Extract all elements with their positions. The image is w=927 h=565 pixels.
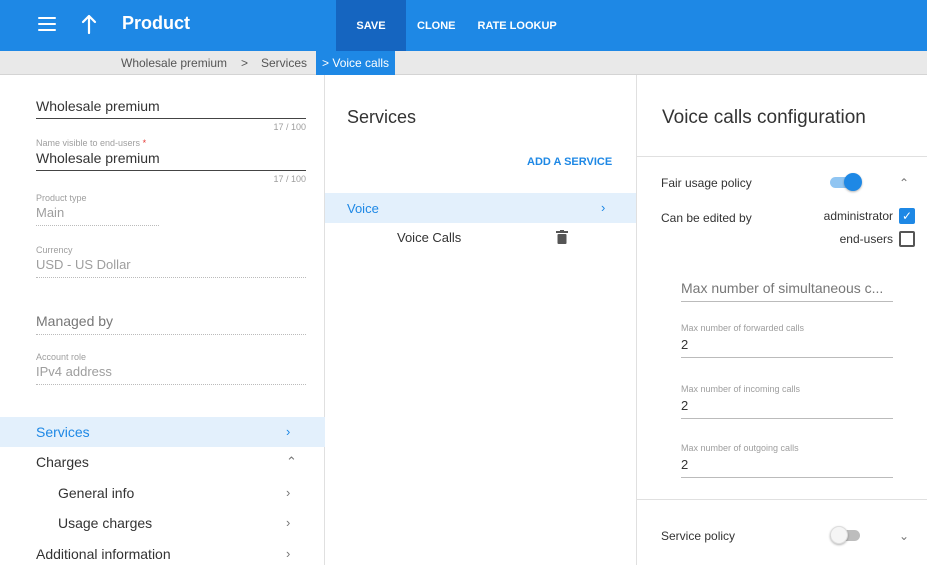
clone-button[interactable]: CLONE (406, 0, 467, 51)
toolbar: SAVE CLONE RATE LOOKUP (336, 0, 568, 51)
toggle-knob (844, 173, 862, 191)
config-title: Voice calls configuration (662, 107, 866, 128)
end-users-checkbox[interactable] (899, 231, 915, 247)
input-underline (681, 301, 893, 302)
input-underline (36, 118, 306, 119)
arrow-up-icon[interactable] (80, 12, 98, 36)
visible-name-label: Name visible to end-users * (36, 138, 147, 148)
managed-by-field[interactable]: Managed by (36, 311, 306, 335)
input-underline (36, 277, 306, 278)
services-panel: Services ADD A SERVICE Voice › Voice Cal… (325, 75, 637, 565)
role-label: end-users (839, 232, 893, 246)
breadcrumb-item-services[interactable]: Services (261, 51, 307, 75)
account-role-value: IPv4 address (36, 364, 112, 379)
breadcrumb: Wholesale premium > Services > Voice cal… (0, 51, 927, 75)
max-incoming-label: Max number of incoming calls (681, 384, 801, 394)
app-header: Product SAVE CLONE RATE LOOKUP (0, 0, 927, 51)
max-incoming-calls-field[interactable]: Max number of incoming calls 2 (681, 384, 893, 419)
fair-usage-label: Fair usage policy (661, 176, 752, 190)
breadcrumb-item-product[interactable]: Wholesale premium (121, 51, 227, 75)
visible-name-field[interactable]: Name visible to end-users * Wholesale pr… (36, 138, 306, 184)
nav-item-services[interactable]: Services › (0, 417, 325, 447)
max-forwarded-calls-field[interactable]: Max number of forwarded calls 2 (681, 323, 893, 358)
max-simultaneous-placeholder[interactable]: Max number of simultaneous c... (681, 280, 893, 296)
services-title: Services (347, 107, 417, 127)
chevron-up-icon: ⌃ (286, 454, 297, 469)
nav-item-general-info[interactable]: General info › (0, 478, 325, 508)
chevron-right-icon: › (286, 515, 291, 530)
role-end-users: end-users (840, 231, 915, 247)
rate-lookup-button[interactable]: RATE LOOKUP (467, 0, 568, 51)
visible-name-value[interactable]: Wholesale premium (36, 150, 306, 166)
fair-usage-toggle[interactable] (830, 173, 862, 191)
account-role-label: Account role (36, 352, 87, 362)
product-details-panel: Wholesale premium 17 / 100 Name visible … (0, 75, 325, 565)
currency-field: Currency USD - US Dollar (36, 245, 306, 278)
max-outgoing-value[interactable]: 2 (681, 457, 893, 472)
chevron-right-icon: › (286, 485, 291, 500)
product-type-field: Product type Main (36, 193, 159, 226)
currency-label: Currency (36, 245, 73, 255)
role-label: administrator (823, 209, 893, 223)
nav-item-label: Services (36, 424, 90, 440)
voice-calls-config-panel: Voice calls configuration Fair usage pol… (637, 75, 927, 565)
chevron-up-icon[interactable]: ⌃ (899, 176, 909, 190)
input-underline (36, 334, 306, 335)
nav-item-label: Usage charges (58, 515, 153, 531)
add-service-button[interactable]: ADD A SERVICE (527, 156, 612, 168)
max-outgoing-label: Max number of outgoing calls (681, 443, 799, 453)
service-group-label: Voice (347, 200, 379, 216)
max-outgoing-calls-field[interactable]: Max number of outgoing calls 2 (681, 443, 893, 478)
nav-item-charges[interactable]: Charges ⌃ (0, 447, 325, 477)
chevron-down-icon[interactable]: ⌄ (899, 529, 909, 543)
input-underline (36, 170, 306, 171)
administrator-checkbox[interactable]: ✓ (899, 208, 915, 224)
breadcrumb-separator: > (322, 56, 330, 70)
char-counter: 17 / 100 (273, 122, 306, 132)
char-counter: 17 / 100 (273, 174, 306, 184)
can-edit-label: Can be edited by (661, 211, 752, 225)
service-policy-label: Service policy (661, 529, 736, 543)
breadcrumb-current-label: Voice calls (332, 56, 390, 70)
role-administrator: administrator ✓ (824, 208, 915, 224)
account-role-field: Account role IPv4 address (36, 352, 306, 385)
max-forwarded-value[interactable]: 2 (681, 337, 893, 352)
max-forwarded-label: Max number of forwarded calls (681, 323, 805, 333)
service-item-voice-calls[interactable]: Voice Calls (397, 230, 461, 245)
trash-icon[interactable] (556, 230, 568, 244)
product-type-label: Product type (36, 193, 87, 203)
breadcrumb-separator: > (241, 56, 249, 70)
input-underline (681, 418, 893, 419)
service-group-voice[interactable]: Voice › (325, 193, 636, 223)
nav-item-usage-charges[interactable]: Usage charges › (0, 508, 325, 538)
chevron-right-icon: › (286, 546, 291, 561)
toggle-knob (830, 526, 848, 544)
input-underline (36, 384, 306, 385)
divider (637, 499, 927, 500)
check-icon: ✓ (901, 209, 913, 223)
divider (637, 156, 927, 157)
input-underline (681, 357, 893, 358)
page-title: Product (122, 13, 191, 33)
nav-item-additional-information[interactable]: Additional information › (0, 539, 325, 565)
nav-item-label: General info (58, 485, 135, 501)
nav-item-label: Charges (36, 454, 89, 470)
product-type-value: Main (36, 205, 65, 220)
nav-item-label: Additional information (36, 546, 171, 562)
breadcrumb-item-current: > Voice calls (316, 51, 396, 75)
currency-value: USD - US Dollar (36, 257, 131, 272)
input-underline (36, 225, 159, 226)
chevron-right-icon: › (601, 200, 606, 215)
chevron-right-icon: › (286, 424, 291, 439)
product-name-value[interactable]: Wholesale premium (36, 98, 306, 114)
menu-icon[interactable] (38, 17, 56, 31)
managed-by-placeholder[interactable]: Managed by (36, 313, 306, 329)
service-policy-toggle[interactable] (830, 526, 862, 544)
input-underline (681, 477, 893, 478)
max-incoming-value[interactable]: 2 (681, 398, 893, 413)
max-simultaneous-calls-field[interactable]: Max number of simultaneous c... (681, 280, 893, 302)
product-name-field[interactable]: Wholesale premium 17 / 100 (36, 96, 306, 132)
save-button[interactable]: SAVE (336, 0, 406, 51)
